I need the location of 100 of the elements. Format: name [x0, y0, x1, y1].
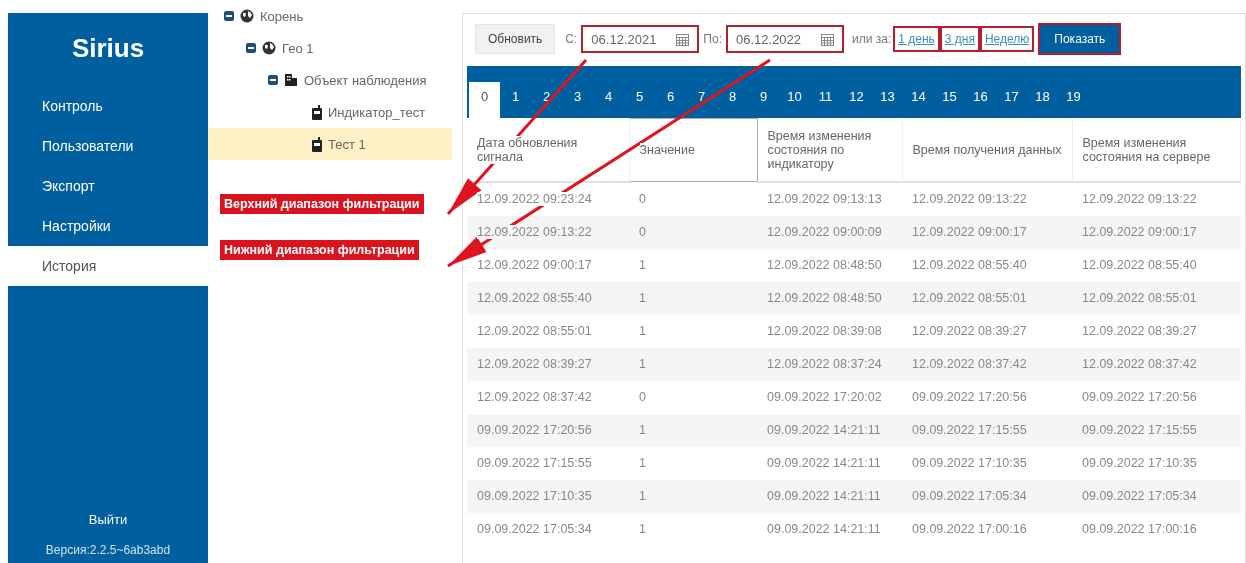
tab[interactable]: 8 [717, 82, 748, 118]
table-cell: 09.09.2022 17:10:35 [1082, 456, 1197, 470]
tree-row[interactable]: Корень [208, 0, 452, 32]
tab[interactable]: 9 [748, 82, 779, 118]
date-field[interactable]: 06.12.2022 [726, 25, 844, 53]
column-header[interactable]: Время изменения состояния по индикатору [757, 118, 902, 182]
tree-row[interactable]: Индикатор_тест [208, 96, 452, 128]
date-field[interactable]: 06.12.2021 [581, 25, 700, 53]
table-cell: 09.09.2022 17:15:55 [1082, 423, 1197, 437]
column-header[interactable]: Дата обновления сигнала [467, 118, 629, 182]
nav-item[interactable]: Пользователи [8, 126, 208, 166]
table-cell: 1 [639, 423, 646, 437]
app-logo: Sirius [70, 33, 146, 64]
globe-icon [240, 9, 254, 23]
calendar-icon [676, 32, 690, 46]
table-cell: 09.09.2022 17:15:55 [477, 456, 592, 470]
table-cell: 1 [639, 456, 646, 470]
tab[interactable]: 13 [872, 82, 903, 118]
show-button[interactable]: Показать [1038, 23, 1122, 55]
table-cell: 12.09.2022 09:00:17 [1082, 225, 1197, 239]
tab[interactable]: 12 [841, 82, 872, 118]
tab[interactable]: 18 [1027, 82, 1058, 118]
tab[interactable]: 1 [500, 82, 531, 118]
table-cell: 12.09.2022 09:23:24 [477, 192, 592, 206]
tab[interactable]: 3 [562, 82, 593, 118]
table-cell: 09.09.2022 17:20:56 [477, 423, 592, 437]
table-cell: 09.09.2022 17:05:34 [477, 522, 592, 536]
tab[interactable]: 6 [655, 82, 686, 118]
tab[interactable]: 17 [996, 82, 1027, 118]
column-header[interactable]: Время изменения состояния на сервере [1072, 118, 1241, 182]
tab[interactable]: 7 [686, 82, 717, 118]
table-cell: 12.09.2022 09:00:17 [477, 258, 592, 272]
nav-item[interactable]: Экспорт [8, 166, 208, 206]
table-cell: 12.09.2022 08:55:40 [1082, 258, 1197, 272]
period-link[interactable]: 3 дня [939, 26, 980, 52]
column-header[interactable]: Значение [629, 118, 757, 182]
tab[interactable]: 14 [903, 82, 934, 118]
tab[interactable]: 11 [810, 82, 841, 118]
table-cell: 12.09.2022 09:13:22 [477, 225, 592, 239]
table-cell: 0 [639, 390, 646, 404]
table-cell: 12.09.2022 08:48:50 [767, 258, 882, 272]
tab[interactable]: 5 [624, 82, 655, 118]
table-cell: 1 [639, 489, 646, 503]
table-cell: 12.09.2022 09:00:17 [912, 225, 1027, 239]
to-label: По: [703, 32, 722, 46]
globe-icon [262, 41, 276, 55]
tree-row[interactable]: Гео 1 [208, 32, 452, 64]
tree-row[interactable]: Тест 1 [208, 128, 452, 160]
tab[interactable]: 0 [469, 82, 500, 118]
table-cell: 1 [639, 291, 646, 305]
nav-item[interactable]: Контроль [8, 86, 208, 126]
table-cell: 1 [639, 258, 646, 272]
table-cell: 09.09.2022 14:21:11 [767, 456, 881, 470]
building-icon [284, 73, 298, 87]
table-cell: 09.09.2022 17:00:16 [1082, 522, 1197, 536]
table-cell: 12.09.2022 08:37:42 [1082, 357, 1197, 371]
tab[interactable]: 15 [934, 82, 965, 118]
table-cell: 12.09.2022 08:55:40 [477, 291, 592, 305]
version-text: Версия:2.2.5~6ab3abd [44, 543, 172, 557]
table-cell: 09.09.2022 17:10:35 [912, 456, 1027, 470]
table-cell: 1 [639, 357, 646, 371]
collapse-icon[interactable] [268, 75, 278, 85]
tab[interactable]: 19 [1058, 82, 1089, 118]
table-cell: 12.09.2022 08:37:24 [767, 357, 882, 371]
nav-item[interactable]: История [8, 246, 208, 286]
tab[interactable]: 10 [779, 82, 810, 118]
table-cell: 09.09.2022 17:20:56 [1082, 390, 1197, 404]
table-cell: 1 [639, 522, 646, 536]
table-cell: 12.09.2022 08:39:27 [1082, 324, 1197, 338]
tab[interactable]: 4 [593, 82, 624, 118]
period-link[interactable]: Неделю [979, 26, 1035, 52]
table-cell: 12.09.2022 08:37:42 [477, 390, 592, 404]
table-cell: 0 [639, 225, 646, 239]
collapse-icon[interactable] [224, 11, 234, 21]
annotation-label: Верхний диапазон фильтрации [220, 194, 424, 214]
table-cell: 12.09.2022 09:13:22 [1082, 192, 1197, 206]
table-cell: 09.09.2022 17:05:34 [912, 489, 1027, 503]
table-cell: 1 [639, 324, 646, 338]
table-cell: 12.09.2022 08:55:01 [1082, 291, 1197, 305]
refresh-button[interactable]: Обновить [475, 24, 556, 54]
tree-row[interactable]: Объект наблюдения [208, 64, 452, 96]
logout-link[interactable]: Выйти [8, 512, 208, 527]
tab[interactable]: 16 [965, 82, 996, 118]
nav-item[interactable]: Настройки [8, 206, 208, 246]
table-cell: 12.09.2022 08:48:50 [767, 291, 882, 305]
table-cell: 12.09.2022 09:13:13 [767, 192, 882, 206]
column-header[interactable]: Время получения данных [902, 118, 1072, 182]
table-cell: 09.09.2022 17:10:35 [477, 489, 592, 503]
table-cell: 12.09.2022 08:55:40 [912, 258, 1027, 272]
device-icon [312, 136, 322, 152]
table-cell: 12.09.2022 08:39:27 [477, 357, 592, 371]
table-cell: 09.09.2022 17:20:02 [767, 390, 882, 404]
table-cell: 12.09.2022 08:55:01 [912, 291, 1027, 305]
period-link[interactable]: 1 день [893, 26, 940, 52]
calendar-icon [821, 32, 834, 46]
collapse-icon[interactable] [246, 43, 256, 53]
table-cell: 12.09.2022 09:00:09 [767, 225, 882, 239]
or-label: или за: [852, 32, 892, 46]
table-cell: 12.09.2022 08:37:42 [912, 357, 1027, 371]
table-cell: 12.09.2022 08:39:27 [912, 324, 1027, 338]
